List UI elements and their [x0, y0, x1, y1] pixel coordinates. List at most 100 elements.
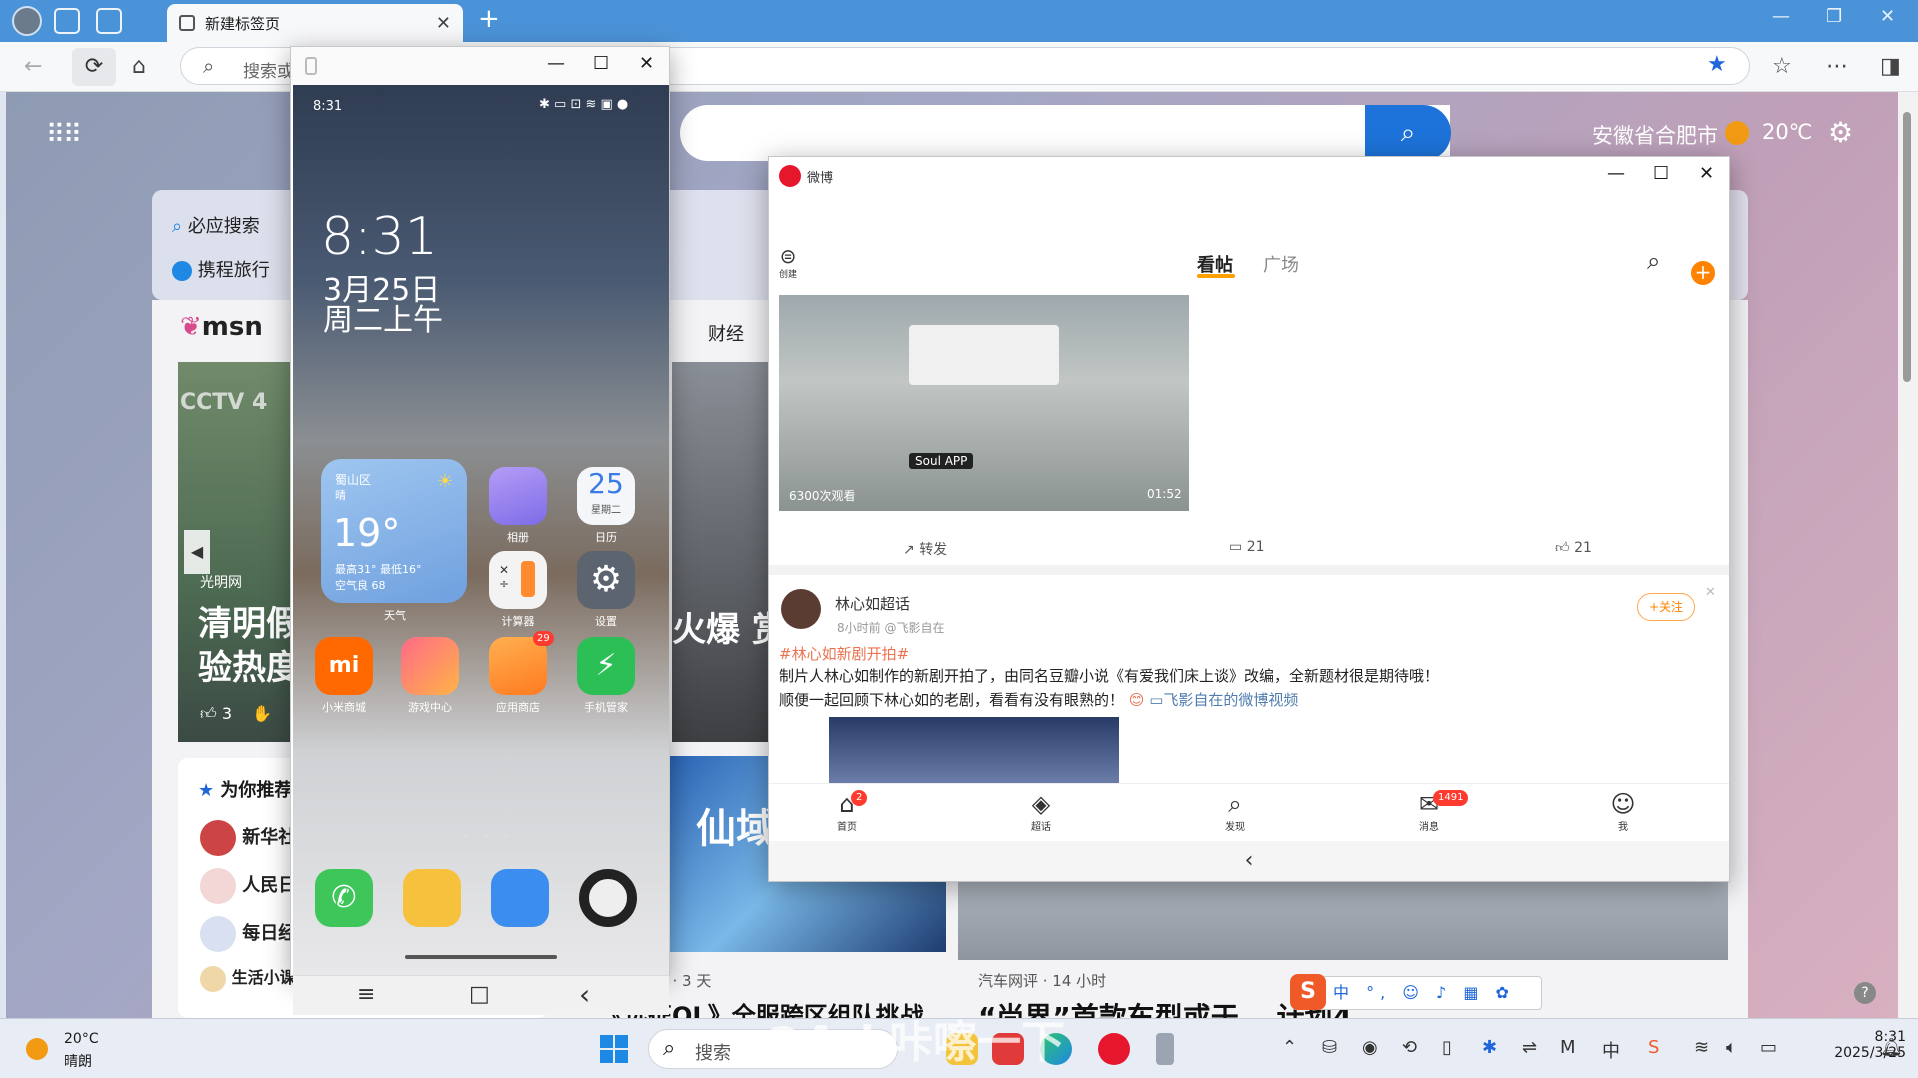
ime-mode-icon[interactable]: 中 — [1602, 1037, 1620, 1063]
sync-icon[interactable]: ⟲ — [1402, 1037, 1417, 1058]
thumbs-down-icon[interactable]: ✋ — [237, 704, 272, 723]
close-button[interactable]: ✕ — [1699, 163, 1714, 184]
gallery-app-icon[interactable] — [489, 467, 547, 525]
search-box[interactable] — [680, 105, 1450, 161]
battery-icon[interactable]: ▭ — [1760, 1037, 1777, 1058]
post-image[interactable] — [829, 717, 1119, 783]
back-button[interactable]: ‹ — [769, 841, 1729, 881]
settings-app-icon[interactable]: ⚙ — [577, 551, 635, 609]
help-button[interactable]: ? — [1854, 982, 1876, 1004]
gpu-icon[interactable]: M — [1560, 1037, 1576, 1058]
chevron-up-icon[interactable]: ⌃ — [1282, 1037, 1297, 1058]
ime-toolbar[interactable]: 中 °, ☺ ♪ ▦ ✿ ▲ ▦ — [1292, 976, 1542, 1034]
back-icon[interactable]: ‹ — [579, 978, 590, 1011]
home-icon[interactable]: ⌂ — [132, 54, 146, 79]
category-finance[interactable]: 财经 — [708, 320, 744, 346]
quick-link-ctrip[interactable]: 携程旅行 — [172, 256, 270, 282]
notes-app-icon[interactable] — [403, 869, 461, 927]
settings-tray-icon[interactable]: ⇌ — [1522, 1037, 1537, 1058]
recommend-item[interactable]: 每日经 — [200, 916, 296, 952]
minimize-button[interactable]: — — [1772, 6, 1790, 27]
game-center-app-icon[interactable] — [401, 637, 459, 695]
calculator-app-icon[interactable]: ✕ ÷ — [489, 551, 547, 609]
weather-widget[interactable]: 蜀山区 晴 ☀ 19° 最高31° 最低16° 空气良 68 — [321, 459, 467, 603]
nav-super-topic[interactable]: ◈ 超话 — [1011, 790, 1071, 833]
weather-location[interactable]: 安徽省合肥市 — [1592, 120, 1718, 150]
phone-link-icon[interactable] — [1156, 1033, 1174, 1065]
start-button[interactable] — [600, 1035, 628, 1063]
video-thumbnail[interactable]: Soul APP 6300次观看 01:52 — [779, 295, 1189, 511]
weather-temperature[interactable]: 20℃ — [1762, 120, 1812, 144]
collections-icon[interactable] — [54, 8, 80, 34]
security-app-icon[interactable]: ⚡ — [577, 637, 635, 695]
minimize-button[interactable]: — — [1607, 163, 1625, 184]
tab-square[interactable]: 广场 — [1263, 251, 1299, 277]
browser-app-icon[interactable] — [491, 869, 549, 927]
favorite-star-icon[interactable]: ★ — [1707, 52, 1727, 77]
restore-button[interactable]: ❐ — [1826, 6, 1842, 27]
recommend-item[interactable]: 新华社 — [200, 820, 296, 856]
search-button[interactable]: ⌕ — [1365, 105, 1451, 161]
more-icon[interactable]: ⋯ — [1826, 54, 1848, 79]
msn-logo[interactable]: ❦msn — [180, 312, 263, 342]
weibo-taskbar-icon[interactable] — [1098, 1033, 1130, 1065]
create-button[interactable]: ⊜ 创建 — [779, 245, 797, 280]
favorites-icon[interactable]: ☆ — [1772, 54, 1792, 79]
like-button[interactable]: 👍︎ 21 — [1555, 539, 1592, 556]
sogou-ime-icon[interactable]: S — [1290, 974, 1326, 1010]
quick-link-bing[interactable]: ⌕ 必应搜索 — [172, 212, 260, 238]
usb-icon[interactable]: ▯ — [1442, 1037, 1452, 1058]
home-square-icon[interactable]: □ — [469, 982, 490, 1007]
like-count[interactable]: 👍︎ 3 ✋ — [200, 704, 272, 724]
video-link[interactable]: ▭飞影自在的微博视频 — [1149, 691, 1298, 709]
profile-avatar[interactable] — [12, 6, 42, 36]
post-username[interactable]: 林心如超话 — [835, 593, 910, 614]
maximize-button[interactable]: ☐ — [1653, 163, 1669, 184]
scrollbar-thumb[interactable] — [1903, 112, 1911, 382]
sogou-tray-icon[interactable]: S — [1648, 1037, 1659, 1058]
weather-icon[interactable] — [26, 1038, 48, 1060]
apps-grid-icon[interactable]: ⠿⠿ — [46, 120, 82, 150]
close-window-button[interactable]: ✕ — [1880, 6, 1895, 27]
taskbar-temp[interactable]: 20°C — [64, 1031, 99, 1047]
back-icon[interactable]: ← — [24, 54, 42, 79]
camera-app-icon[interactable] — [579, 869, 637, 927]
notification-bell-icon[interactable]: 🔔︎ — [1880, 1037, 1903, 1058]
minimize-button[interactable]: — — [547, 53, 565, 74]
close-button[interactable]: ✕ — [639, 53, 654, 74]
tab-actions-icon[interactable] — [96, 8, 122, 34]
tab-close-icon[interactable]: ✕ — [436, 13, 451, 34]
gear-icon[interactable]: ⚙ — [1828, 116, 1853, 149]
sidebar-icon[interactable]: ◨ — [1880, 54, 1901, 79]
tab-new-tab[interactable]: 新建标签页 ✕ — [167, 4, 463, 42]
follow-button[interactable]: +关注 — [1637, 593, 1695, 621]
wifi-icon[interactable]: ≋ — [1694, 1037, 1709, 1058]
nav-home[interactable]: ⌂ 首页 2 — [817, 790, 877, 833]
video-link[interactable]: 😊 — [1129, 691, 1145, 709]
qq-icon[interactable]: ◉ — [1362, 1037, 1378, 1058]
nav-messages[interactable]: ✉ 消息 1491 — [1399, 790, 1469, 833]
comment-button[interactable]: ▭ 21 — [1229, 539, 1265, 555]
taskbar-condition[interactable]: 晴朗 — [64, 1051, 92, 1071]
maximize-button[interactable]: ☐ — [593, 53, 609, 74]
menu-icon[interactable]: ≡ — [357, 982, 375, 1007]
volume-icon[interactable]: 🔈︎ — [1726, 1037, 1737, 1058]
compose-button[interactable]: + — [1691, 261, 1715, 285]
repost-button[interactable]: ↗ 转发 — [903, 539, 947, 559]
calendar-app-icon[interactable]: 25 星期二 — [577, 467, 635, 525]
phone-app-icon[interactable]: ✆ — [315, 869, 373, 927]
nav-me[interactable]: ☺ 我 — [1593, 790, 1653, 833]
tray-icon[interactable]: ⛁ — [1322, 1037, 1337, 1058]
post-topic[interactable]: #林心如新剧开拍# — [779, 643, 909, 664]
close-post-icon[interactable]: ✕ — [1705, 585, 1716, 600]
search-icon[interactable]: ⌕ — [1647, 247, 1660, 275]
bluetooth-icon[interactable]: ✱ — [1482, 1037, 1497, 1058]
carousel-prev-button[interactable]: ◀ — [184, 530, 210, 574]
refresh-button[interactable]: ⟳ — [72, 48, 116, 86]
new-tab-button[interactable]: + — [478, 4, 500, 34]
home-gesture-bar[interactable] — [405, 955, 557, 959]
recommend-item[interactable]: 人民日 — [200, 868, 296, 904]
nav-discover[interactable]: ⌕ 发现 — [1205, 790, 1265, 833]
mi-store-app-icon[interactable]: mi — [315, 637, 373, 695]
avatar[interactable] — [781, 589, 821, 629]
